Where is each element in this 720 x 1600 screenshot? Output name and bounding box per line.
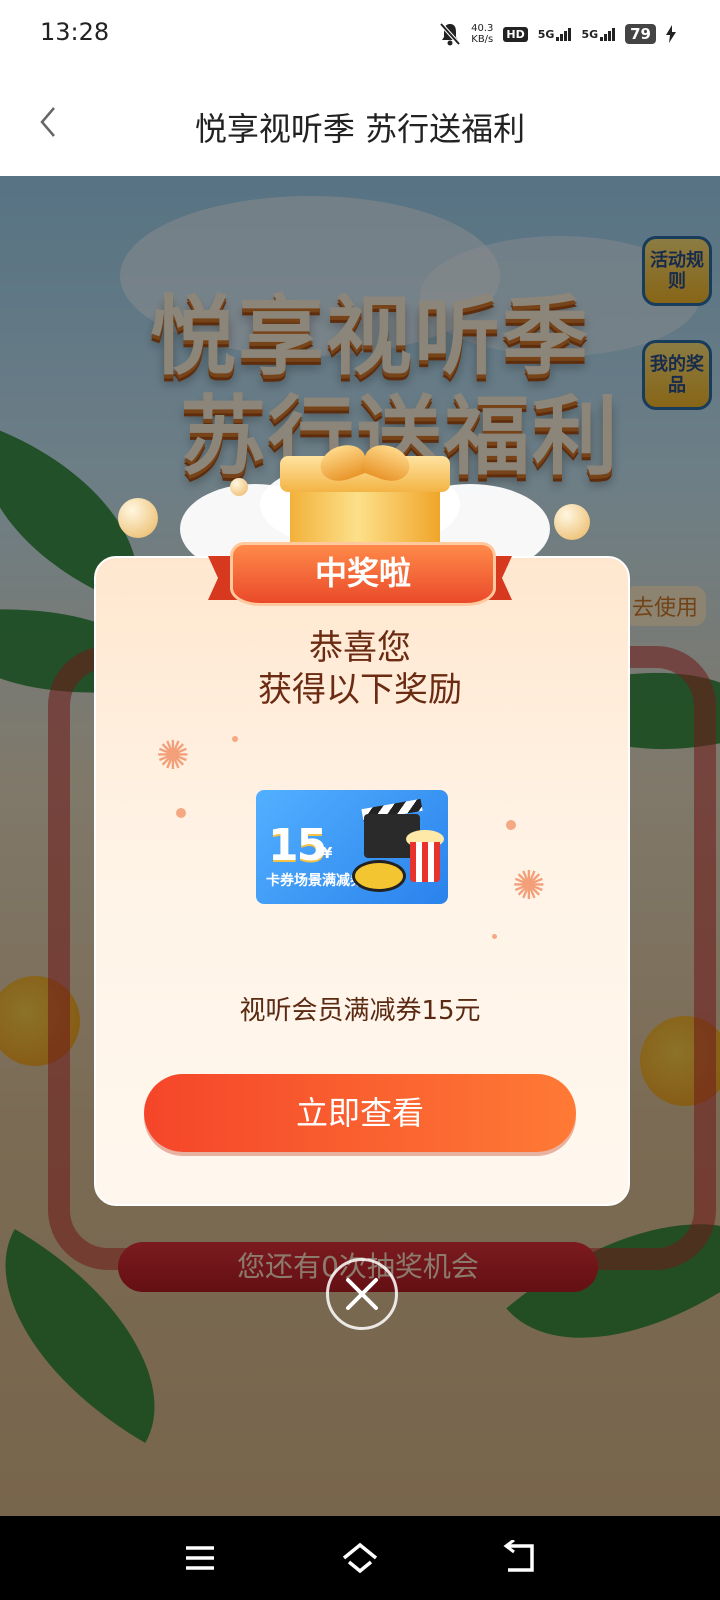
sim1-label: 5G [537, 27, 555, 41]
hd-badge: HD [503, 26, 528, 42]
close-icon[interactable] [326, 1258, 398, 1330]
dot-decoration [176, 808, 186, 818]
popcorn-icon [410, 842, 440, 882]
ribbon-label: 中奖啦 [230, 542, 496, 606]
system-nav-bar [0, 1516, 720, 1600]
status-icons: 40.3 KB/s HD 5G 5G 79 [439, 20, 676, 48]
coupon-currency: ¥ [322, 844, 333, 862]
coupon-amount: 15 [268, 820, 327, 871]
sim2-label: 5G [581, 27, 599, 41]
back-icon[interactable] [500, 1540, 540, 1576]
menu-icon[interactable] [180, 1540, 220, 1576]
view-now-button[interactable]: 立即查看 [144, 1074, 576, 1152]
charging-icon [666, 25, 676, 43]
battery-level: 79 [625, 24, 656, 44]
prize-name: 视听会员满减券15元 [239, 996, 481, 1026]
sim1-signal: 5G [537, 27, 572, 41]
dot-decoration [506, 820, 516, 830]
pearl-decoration [554, 504, 590, 540]
status-bar: 13:28 40.3 KB/s HD 5G 5G 79 [0, 0, 720, 68]
home-icon[interactable] [340, 1540, 380, 1576]
dot-decoration [492, 934, 497, 939]
nav-bar: 悦享视听季 苏行送福利 [0, 68, 720, 176]
net-speed-value: 40.3 [471, 23, 494, 34]
status-time: 13:28 [40, 18, 110, 46]
page-title: 悦享视听季 苏行送福利 [194, 110, 526, 148]
pearl-decoration [230, 478, 248, 496]
congrats-line2: 获得以下奖励 [258, 670, 462, 710]
firework-icon: ✺ [512, 863, 546, 909]
sim2-signal: 5G [581, 27, 616, 41]
coupon-card: 15 ¥ 卡券场景满减券 [256, 790, 448, 904]
signal-icon [600, 27, 616, 41]
net-speed: 40.3 KB/s [471, 23, 493, 45]
coupon-name: 卡券场景满减券 [266, 873, 364, 889]
film-reel-icon [352, 860, 406, 892]
net-speed-unit: KB/s [471, 34, 494, 45]
pearl-decoration [118, 498, 158, 538]
firework-icon: ✺ [156, 733, 190, 779]
dot-decoration [232, 736, 238, 742]
win-ribbon: 中奖啦 [208, 542, 512, 606]
bell-muted-icon [439, 22, 461, 46]
close-icon [346, 1278, 378, 1310]
signal-icon [556, 27, 572, 41]
